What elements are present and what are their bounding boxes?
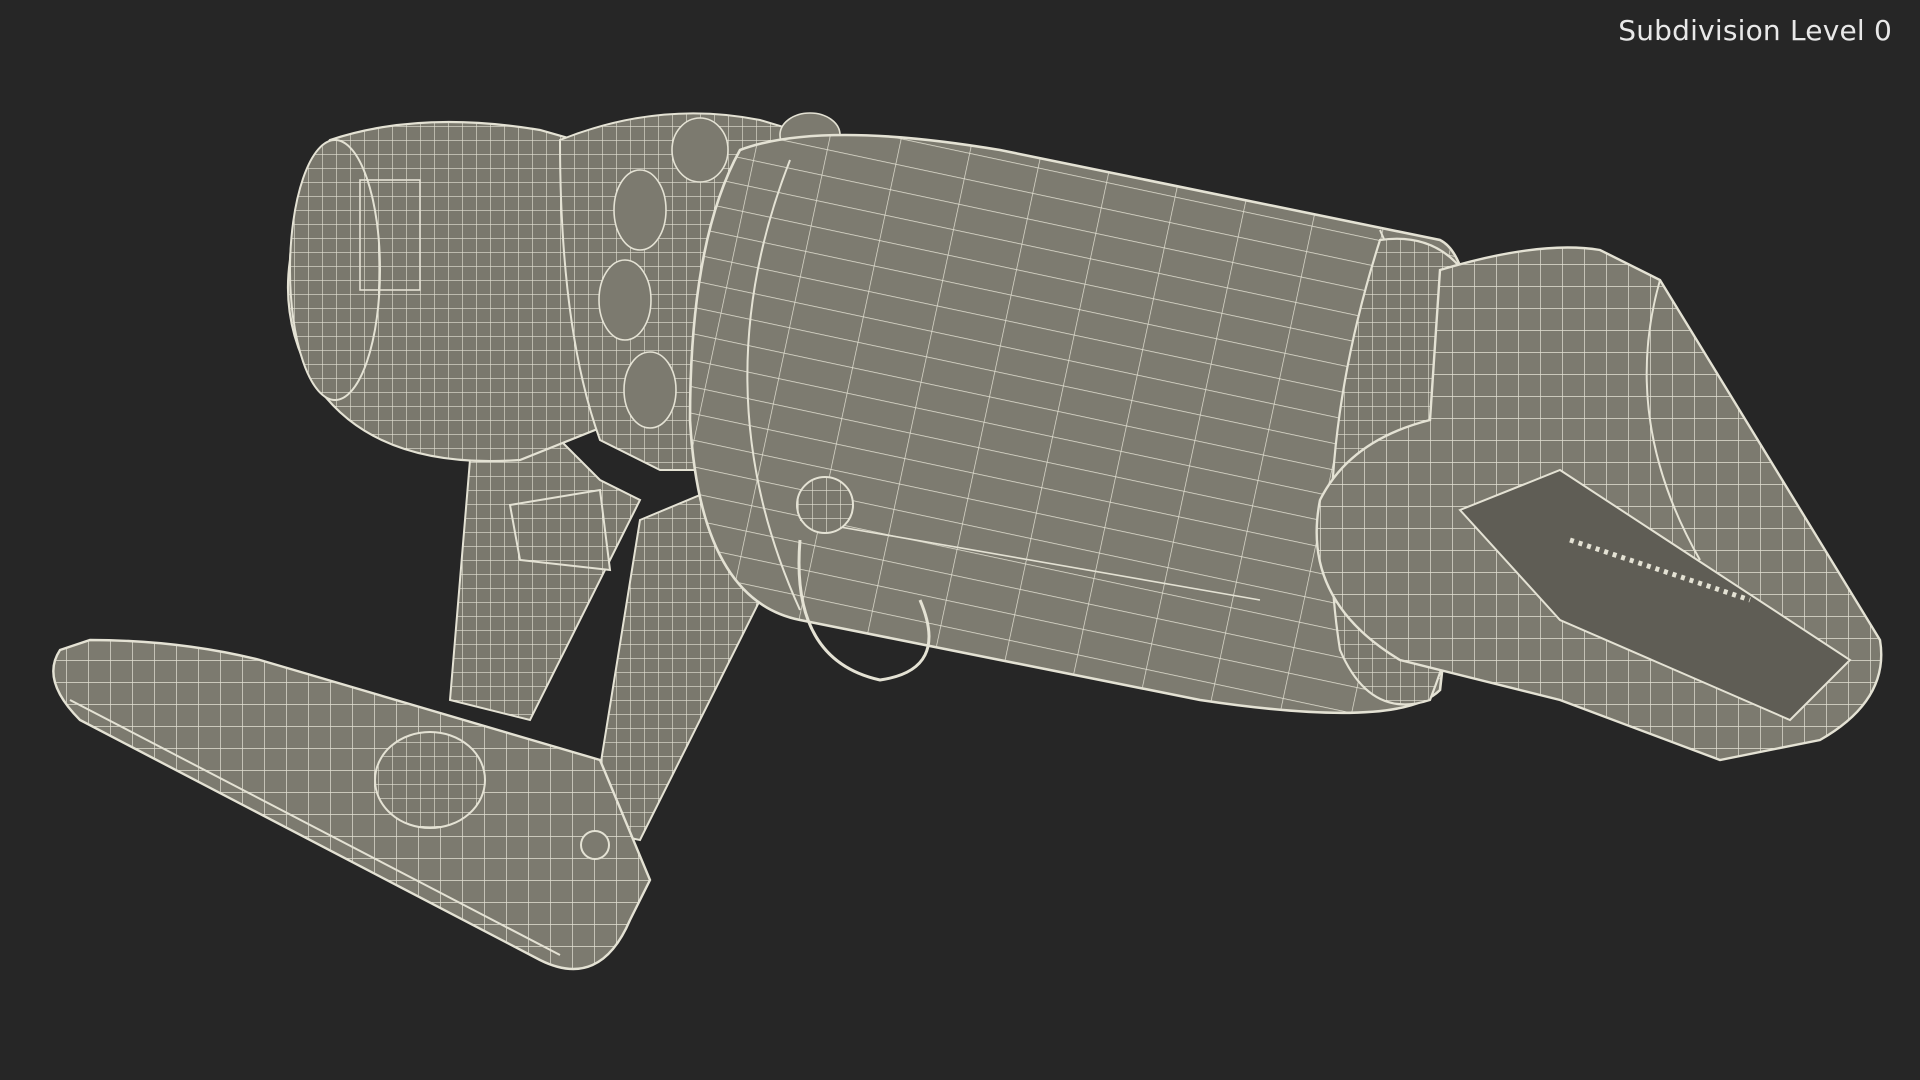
3d-viewport[interactable]: Subdivision Level 0 [0,0,1920,1080]
handheld-vacuum-wireframe-icon [52,112,1883,971]
handle-grip [448,438,642,722]
subdivision-level-label: Subdivision Level 0 [1618,14,1892,47]
battery-pack [52,638,652,971]
